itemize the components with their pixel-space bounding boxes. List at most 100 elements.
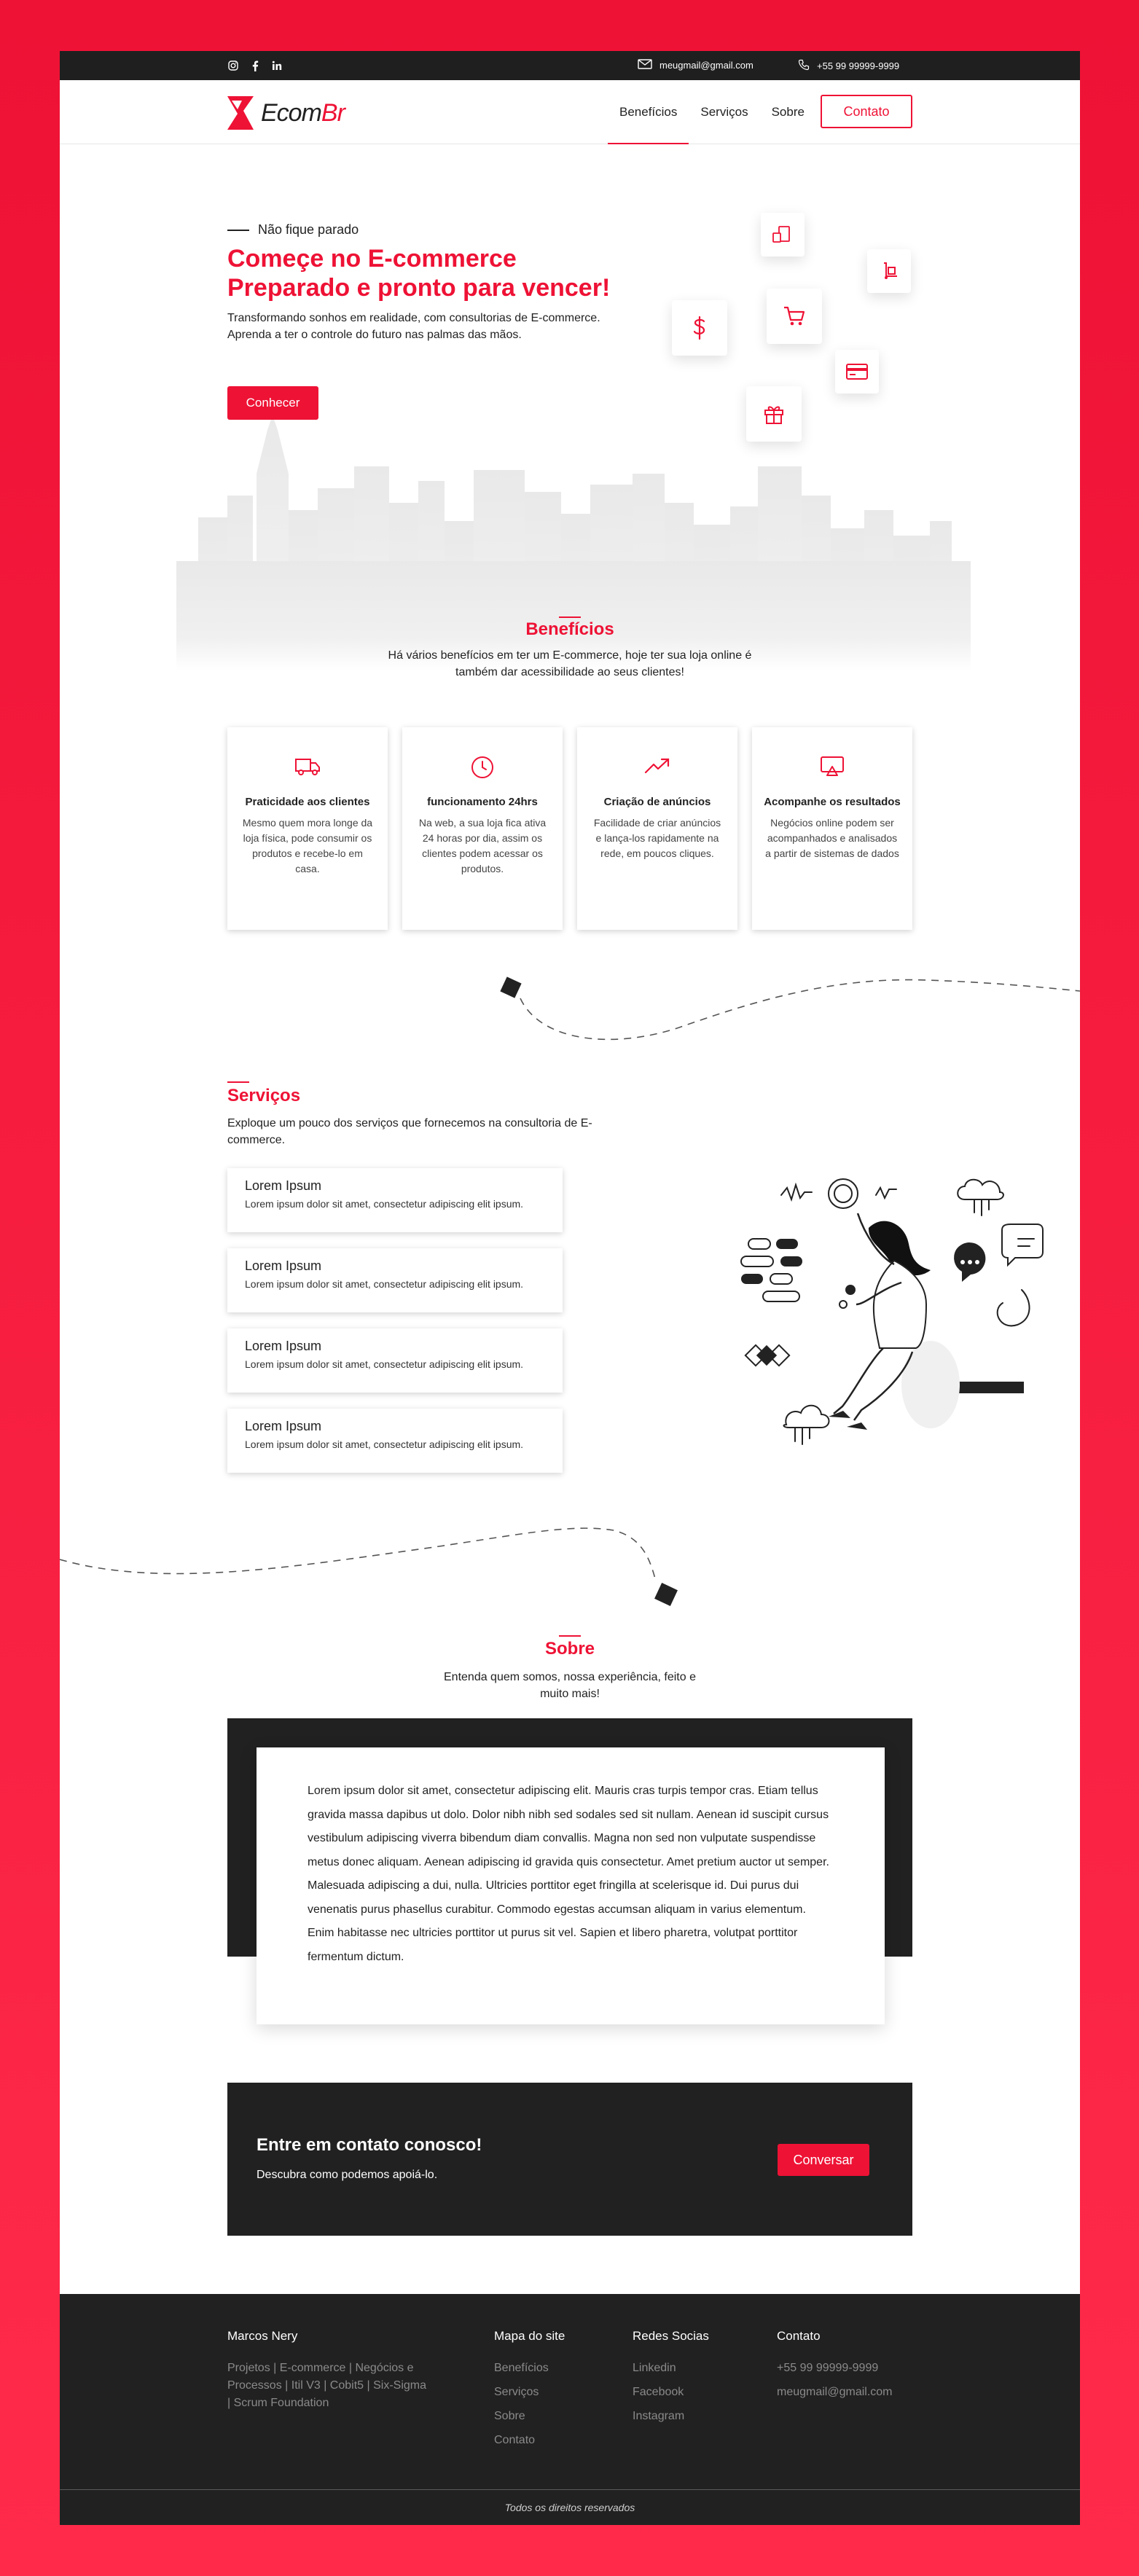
top-email[interactable]: meugmail@gmail.com: [638, 59, 754, 71]
footer-copyright: Todos os direitos reservados: [60, 2489, 1080, 2525]
services-title: Serviços: [227, 1086, 301, 1105]
footer-social-title: Redes Socias: [633, 2329, 709, 2343]
phone-icon: [798, 59, 810, 73]
top-phone-text: +55 99 99999-9999: [817, 60, 900, 71]
gift-icon: [764, 406, 783, 424]
benefit-card: funcionamento 24hrs Na web, a sua loja f…: [402, 727, 563, 930]
footer-link-facebook[interactable]: Facebook: [633, 2384, 709, 2401]
dollar-card: [672, 300, 727, 356]
footer-link-beneficios[interactable]: Benefícios: [494, 2360, 565, 2377]
logo-mark-icon: [227, 96, 254, 130]
footer-link-instagram[interactable]: Instagram: [633, 2408, 709, 2425]
nav-contact-button[interactable]: Contato: [821, 95, 912, 128]
dollar-icon: [693, 316, 705, 340]
footer-about: Marcos Nery Projetos | E-commerce | Negó…: [227, 2329, 431, 2412]
hero-cta-button[interactable]: Conhecer: [227, 386, 318, 420]
footer-link-contato[interactable]: Contato: [494, 2432, 565, 2449]
footer: Marcos Nery Projetos | E-commerce | Negó…: [60, 2294, 1080, 2525]
gift-card: [746, 386, 802, 442]
benefit-title: Praticidade aos clientes: [245, 796, 370, 808]
hand-truck-icon: [884, 262, 897, 279]
linkedin-icon[interactable]: [271, 60, 283, 71]
service-item[interactable]: Lorem Ipsum Lorem ipsum dolor sit amet, …: [227, 1168, 563, 1232]
footer-contact: Contato +55 99 99999-9999 meugmail@gmail…: [777, 2329, 893, 2408]
phone-card: [761, 213, 805, 257]
monitor-icon: [821, 756, 844, 776]
facebook-icon[interactable]: [249, 60, 261, 71]
credit-card-card: [835, 350, 879, 394]
hero-kicker-text: Não fique parado: [258, 222, 359, 237]
service-item[interactable]: Lorem Ipsum Lorem ipsum dolor sit amet, …: [227, 1409, 563, 1473]
trending-up-icon: [644, 758, 670, 774]
services-title-bar: [227, 1081, 249, 1083]
benefits-title: Benefícios: [525, 619, 614, 639]
service-text: Lorem ipsum dolor sit amet, consectetur …: [245, 1438, 524, 1450]
cart-icon: [784, 306, 805, 326]
footer-link-linkedin[interactable]: Linkedin: [633, 2360, 709, 2377]
dashed-path-decoration: [500, 976, 1080, 1041]
service-title: Lorem Ipsum: [245, 1178, 322, 1193]
about-body: Lorem ipsum dolor sit amet, consectetur …: [308, 1785, 829, 1963]
logo-text: EcomBr: [261, 98, 345, 127]
benefit-text: Na web, a sua loja fica ativa 24 horas p…: [418, 817, 547, 874]
footer-about-text: Projetos | E-commerce | Negócios e Proce…: [227, 2362, 427, 2409]
top-social-links: [227, 60, 283, 71]
about-title-bar: [559, 1635, 581, 1637]
benefit-title: Criação de anúncios: [603, 796, 711, 808]
service-item[interactable]: Lorem Ipsum Lorem ipsum dolor sit amet, …: [227, 1248, 563, 1312]
service-text: Lorem ipsum dolor sit amet, consectetur …: [245, 1278, 524, 1290]
footer-contact-title: Contato: [777, 2329, 821, 2343]
footer-sitemap: Mapa do site Benefícios Serviços Sobre C…: [494, 2329, 565, 2456]
logo[interactable]: EcomBr: [227, 96, 345, 130]
cta-title: Entre em contato conosco!: [257, 2135, 482, 2155]
service-title: Lorem Ipsum: [245, 1339, 322, 1353]
hero-kicker: Não fique parado: [227, 222, 359, 238]
nav-link-beneficios[interactable]: Benefícios: [608, 80, 689, 144]
footer-email[interactable]: meugmail@gmail.com: [777, 2384, 893, 2401]
clock-icon: [471, 756, 493, 778]
benefit-text: Mesmo quem mora longe da loja física, po…: [242, 817, 373, 874]
hero-title: Começe no E-commerce Preparado e pronto …: [227, 244, 679, 302]
benefit-card: Acompanhe os resultados Negócios online …: [752, 727, 912, 930]
benefit-text: Facilidade de criar anúncios e lança-los…: [593, 817, 721, 859]
credit-card-icon: [846, 364, 868, 380]
footer-social: Redes Socias Linkedin Facebook Instagram: [633, 2329, 709, 2432]
footer-phone[interactable]: +55 99 99999-9999: [777, 2360, 893, 2377]
footer-link-sobre[interactable]: Sobre: [494, 2408, 565, 2425]
benefits-title-bar: [559, 616, 581, 618]
services-description: Exploque um pouco dos serviços que forne…: [227, 1117, 592, 1146]
instagram-icon[interactable]: [227, 60, 239, 71]
benefit-title: Acompanhe os resultados: [764, 796, 901, 808]
hand-truck-card: [867, 249, 911, 293]
person-tech-illustration: [740, 1178, 1044, 1445]
top-email-text: meugmail@gmail.com: [659, 60, 754, 71]
envelope-icon: [638, 59, 652, 71]
service-text: Lorem ipsum dolor sit amet, consectetur …: [245, 1358, 524, 1370]
benefit-card: Criação de anúncios Facilidade de criar …: [577, 727, 737, 930]
hero-description: Transformando sonhos em realidade, com c…: [227, 312, 600, 341]
top-phone[interactable]: +55 99 99999-9999: [798, 59, 899, 73]
about-subtitle: Entenda quem somos, nossa experiência, f…: [444, 1671, 696, 1700]
cta-button[interactable]: Conversar: [778, 2144, 869, 2176]
page-frame: meugmail@gmail.com +55 99 99999-9999 Eco…: [60, 51, 1080, 2525]
about-card: Lorem ipsum dolor sit amet, consectetur …: [257, 1747, 885, 2024]
benefit-card: Praticidade aos clientes Mesmo quem mora…: [227, 727, 388, 930]
service-text: Lorem ipsum dolor sit amet, consectetur …: [245, 1198, 524, 1210]
truck-icon: [295, 759, 320, 775]
benefit-text: Negócios online podem ser acompanhados e…: [765, 817, 899, 859]
top-bar: meugmail@gmail.com +55 99 99999-9999: [60, 51, 1080, 80]
nav-link-sobre[interactable]: Sobre: [760, 80, 816, 144]
main-nav: Benefícios Serviços Sobre: [608, 80, 816, 144]
benefits-subtitle: Há vários benefícios em ter um E-commerc…: [388, 649, 752, 678]
footer-link-servicos[interactable]: Serviços: [494, 2384, 565, 2401]
contact-cta-section: Entre em contato conosco! Descubra como …: [227, 2083, 912, 2236]
cart-card: [767, 289, 822, 344]
kicker-line: [227, 229, 249, 231]
phone-icon: [772, 226, 790, 243]
nav-link-servicos[interactable]: Serviços: [689, 80, 759, 144]
navbar: EcomBr Benefícios Serviços Sobre Contato: [60, 80, 1080, 144]
footer-sitemap-title: Mapa do site: [494, 2329, 565, 2343]
hero-title-line1: Começe no E-commerce: [227, 245, 517, 273]
service-item[interactable]: Lorem Ipsum Lorem ipsum dolor sit amet, …: [227, 1328, 563, 1393]
about-title: Sobre: [544, 1639, 595, 1659]
